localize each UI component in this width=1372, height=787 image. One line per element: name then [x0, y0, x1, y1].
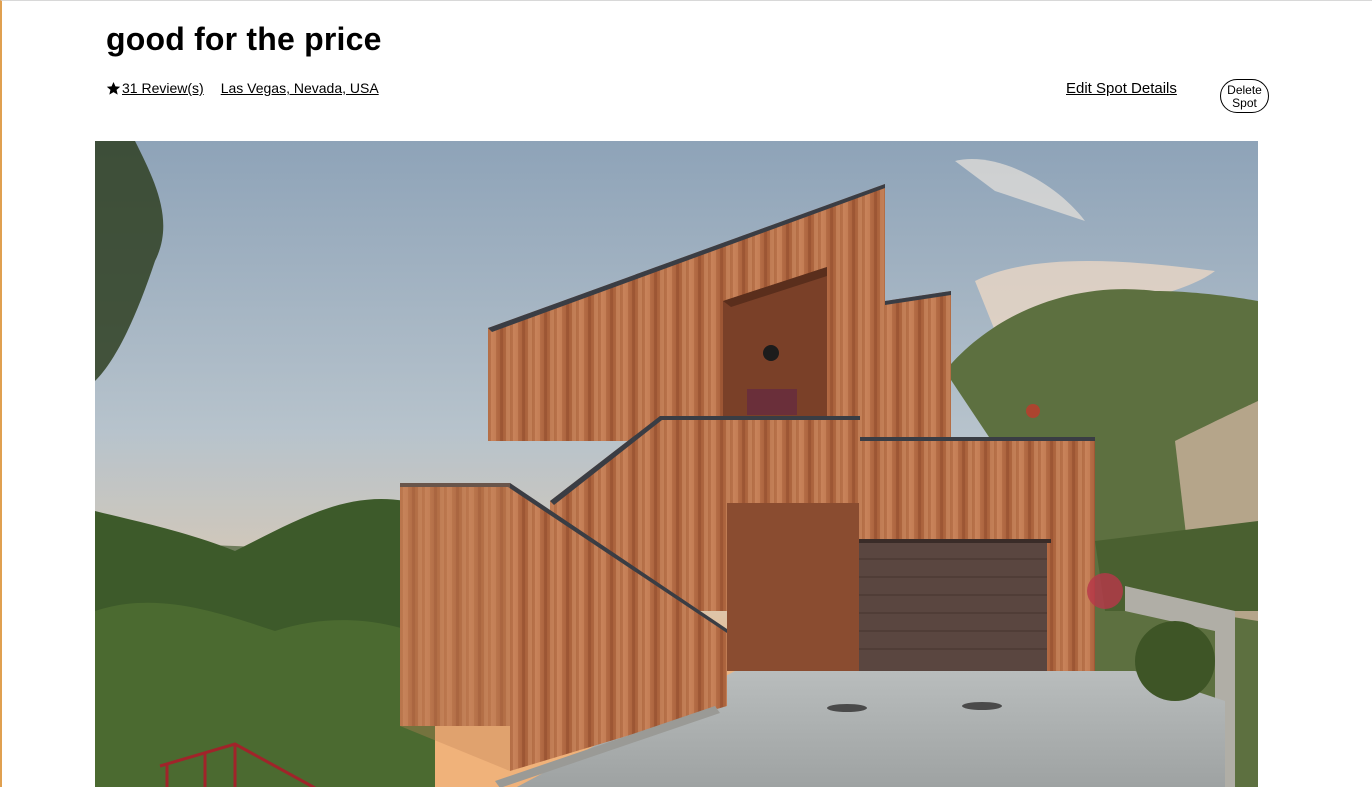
- page-frame: good for the price 31 Review(s) Las Vega…: [0, 0, 1372, 787]
- house-photo: [95, 141, 1258, 787]
- spot-image: [95, 141, 1258, 787]
- reviews-count: 31 Review(s): [122, 80, 204, 96]
- star-icon: [106, 81, 121, 95]
- reviews-link[interactable]: 31 Review(s): [106, 80, 204, 96]
- spot-meta-row: 31 Review(s) Las Vegas, Nevada, USA: [106, 80, 379, 96]
- delete-spot-button[interactable]: Delete Spot: [1220, 79, 1269, 113]
- edit-spot-button[interactable]: Edit Spot Details: [1066, 80, 1177, 97]
- spot-title: good for the price: [106, 21, 382, 57]
- spot-location[interactable]: Las Vegas, Nevada, USA: [221, 80, 379, 96]
